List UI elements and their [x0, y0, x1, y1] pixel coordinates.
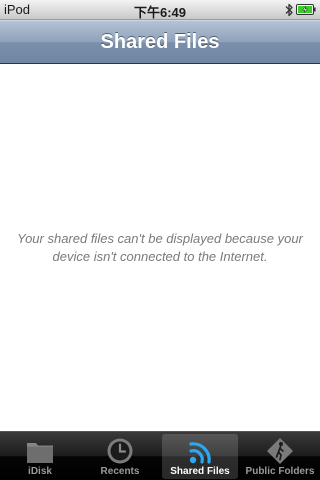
tab-bar: iDisk Recents Shared Files Public Folder… — [0, 431, 320, 480]
shared-files-content: Your shared files can't be displayed bec… — [0, 64, 320, 431]
clock-icon — [107, 438, 133, 464]
tab-label: Shared Files — [170, 466, 230, 477]
tab-recents[interactable]: Recents — [82, 434, 158, 479]
offline-message: Your shared files can't be displayed bec… — [17, 231, 303, 264]
tab-idisk[interactable]: iDisk — [2, 434, 78, 479]
navigation-bar: Shared Files — [0, 20, 320, 64]
tab-shared-files[interactable]: Shared Files — [162, 434, 238, 479]
tab-public-folders[interactable]: Public Folders — [242, 434, 318, 479]
status-clock: 下午6:49 — [133, 5, 187, 20]
battery-charging-icon — [296, 4, 316, 15]
bluetooth-icon — [285, 3, 293, 17]
app-screen: iPod 下午6:49 Shared Files Your shared fil… — [0, 0, 320, 480]
tab-label: Recents — [100, 466, 140, 477]
page-title: Shared Files — [100, 31, 220, 53]
tab-label: Public Folders — [245, 466, 315, 477]
tab-label: iDisk — [28, 466, 52, 477]
wifi-broadcast-icon — [189, 442, 211, 464]
folder-icon — [27, 443, 53, 463]
person-walking-icon — [267, 438, 293, 464]
status-bar: iPod 下午6:49 — [0, 0, 320, 20]
